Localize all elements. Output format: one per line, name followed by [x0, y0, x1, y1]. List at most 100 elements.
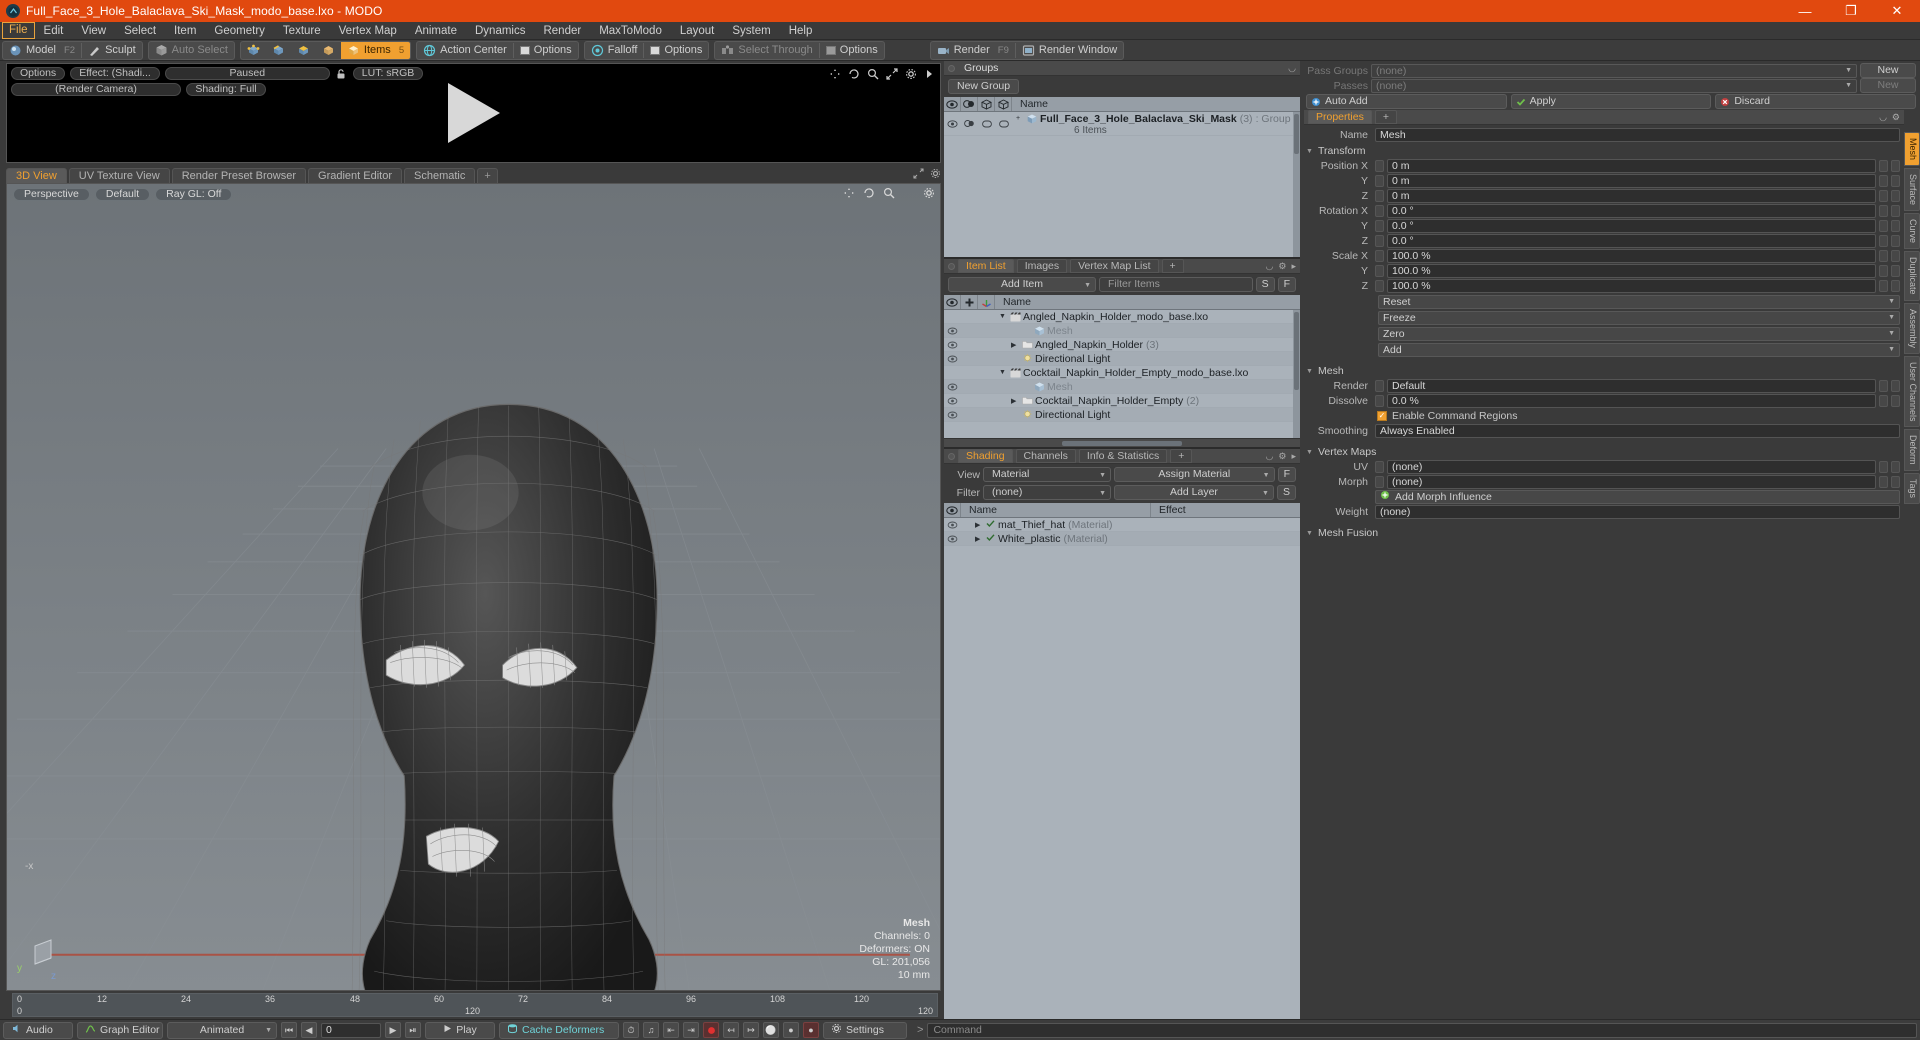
model-mode-button[interactable]: Model F2 — [3, 42, 81, 59]
menu-vertex-map[interactable]: Vertex Map — [330, 23, 406, 39]
row-wireframe-toggle[interactable] — [995, 120, 1012, 128]
cache-deformers-button[interactable]: Cache Deformers — [499, 1021, 619, 1039]
chevron-down-icon[interactable]: ▼ — [1888, 296, 1895, 308]
add-transform-button[interactable]: Add ▼ — [1378, 343, 1900, 357]
tab-info-statistics[interactable]: Info & Statistics — [1078, 449, 1168, 463]
property-menu[interactable] — [1891, 379, 1900, 392]
key-next-button[interactable]: ↦ — [743, 1022, 759, 1038]
property-stepper[interactable] — [1879, 159, 1888, 172]
menu-dynamics[interactable]: Dynamics — [466, 23, 534, 39]
go-to-start-button[interactable]: ⏮ — [281, 1022, 297, 1038]
chevron-down-icon[interactable]: ▼ — [1888, 344, 1895, 356]
chevron-down-icon[interactable]: ▼ — [1845, 80, 1852, 92]
add-tab-button[interactable]: + — [477, 168, 498, 183]
chevron-down-icon[interactable]: ▼ — [1845, 65, 1852, 77]
property-value-field[interactable]: 0 m — [1387, 188, 1876, 203]
menu-layout[interactable]: Layout — [671, 23, 724, 39]
viewport-settings-gear-icon[interactable] — [923, 187, 935, 202]
chevron-down-icon[interactable]: ▼ — [1099, 487, 1106, 500]
auto-select-button[interactable]: Auto Select — [149, 42, 234, 59]
freeze-button[interactable]: Freeze ▼ — [1378, 311, 1900, 325]
tab-item-list[interactable]: Item List — [958, 259, 1014, 273]
expander-icon[interactable]: ▼ — [999, 369, 1007, 376]
add-item-button[interactable]: Add Item ▼ — [948, 277, 1096, 292]
shading-f-button[interactable]: F — [1277, 467, 1296, 482]
pan-icon[interactable] — [829, 68, 841, 83]
action-center-options-button[interactable]: Options — [514, 42, 578, 59]
graph-editor-button[interactable]: Graph Editor — [77, 1021, 163, 1039]
preview-options-button[interactable]: Options — [11, 67, 66, 80]
viewport-3d[interactable]: Perspective Default Ray GL: Off -x y z M… — [6, 183, 941, 991]
property-stepper[interactable] — [1879, 394, 1888, 407]
zero-button[interactable]: Zero ▼ — [1378, 327, 1900, 341]
chevron-right-icon[interactable]: ▸ — [1291, 261, 1296, 272]
table-row[interactable]: Directional Light — [944, 352, 1300, 366]
maximize-button[interactable]: ❐ — [1828, 0, 1874, 22]
menu-system[interactable]: System — [723, 23, 779, 39]
time-system-button[interactable]: ⏱ — [623, 1022, 639, 1038]
tab-uv-texture-view[interactable]: UV Texture View — [68, 168, 170, 183]
chevron-down-icon[interactable]: ▼ — [1888, 328, 1895, 340]
menu-file[interactable]: File — [2, 22, 35, 39]
table-row[interactable]: ▼ Angled_Napkin_Holder_modo_base.lxo — [944, 310, 1300, 324]
viewport-perspective-button[interactable]: Perspective — [13, 187, 90, 201]
row-visibility-toggle[interactable] — [944, 521, 961, 529]
groups-scrollbar[interactable] — [1293, 112, 1300, 257]
row-visibility-toggle[interactable] — [944, 411, 961, 419]
property-value-field[interactable]: 0 m — [1387, 158, 1876, 173]
chevron-down-icon[interactable]: ▼ — [1888, 312, 1895, 324]
property-menu[interactable] — [1891, 279, 1900, 292]
property-value-field[interactable]: 100.0 % — [1387, 248, 1876, 263]
property-value-field[interactable]: 0.0 % — [1387, 393, 1876, 408]
next-frame-button[interactable]: ▶ — [385, 1022, 401, 1038]
animated-select[interactable]: Animated ▼ — [167, 1021, 277, 1039]
property-value-field[interactable]: Default — [1387, 378, 1876, 393]
tab-properties[interactable]: Properties — [1308, 110, 1372, 124]
maximize-panel-icon[interactable]: ◡ — [1266, 451, 1274, 462]
vertex-maps-section-header[interactable]: ▼ Vertex Maps — [1300, 438, 1902, 459]
animate-channel-button[interactable] — [1375, 249, 1384, 262]
materials-mode-button[interactable] — [316, 42, 341, 59]
new-group-button[interactable]: New Group — [948, 79, 1020, 94]
tab-3d-view[interactable]: 3D View — [6, 168, 67, 183]
property-stepper[interactable] — [1879, 234, 1888, 247]
audio-scrub-button[interactable]: ♫ — [643, 1022, 659, 1038]
animate-channel-button[interactable] — [1375, 204, 1384, 217]
animate-channel-button[interactable] — [1375, 460, 1384, 473]
property-stepper[interactable] — [1879, 249, 1888, 262]
table-row[interactable]: Mesh — [944, 324, 1300, 338]
pan-icon[interactable] — [843, 187, 855, 202]
property-value-field[interactable]: 0.0 ° — [1387, 233, 1876, 248]
edges-mode-button[interactable] — [266, 42, 291, 59]
zoom-icon[interactable] — [883, 187, 895, 202]
table-row[interactable]: Directional Light — [944, 408, 1300, 422]
smoothing-field[interactable]: Always Enabled — [1375, 423, 1900, 438]
record-key-button[interactable] — [703, 1022, 719, 1038]
filter-items-input[interactable]: Filter Items — [1099, 277, 1253, 292]
row-shading-toggle[interactable] — [961, 119, 978, 128]
viewport-default-button[interactable]: Default — [94, 187, 151, 201]
select-through-options-button[interactable]: Options — [820, 42, 884, 59]
table-row[interactable]: ▼ Cocktail_Napkin_Holder_Empty_modo_base.… — [944, 366, 1300, 380]
row-visibility-toggle[interactable] — [944, 397, 961, 405]
play-preview-icon[interactable] — [447, 83, 500, 143]
menu-view[interactable]: View — [72, 23, 115, 39]
expander-icon[interactable]: + — [1016, 115, 1024, 122]
tab-gradient-editor[interactable]: Gradient Editor — [308, 168, 402, 183]
row-visibility-toggle[interactable] — [944, 535, 961, 543]
property-value-field[interactable]: 0 m — [1387, 173, 1876, 188]
key-right-button[interactable]: ⇥ — [683, 1022, 699, 1038]
menu-select[interactable]: Select — [115, 23, 165, 39]
autokey-button[interactable]: ⚪ — [763, 1022, 779, 1038]
auto-add-button[interactable]: Auto Add — [1306, 94, 1507, 109]
maximize-panel-icon[interactable]: ◡ — [1879, 112, 1887, 123]
assign-material-button[interactable]: Assign Material ▼ — [1114, 467, 1275, 482]
reset-button[interactable]: Reset ▼ — [1378, 295, 1900, 309]
gear-icon[interactable]: ⚙ — [1278, 451, 1286, 462]
frame-field[interactable]: 0 — [321, 1022, 381, 1038]
property-menu[interactable] — [1891, 234, 1900, 247]
discard-button[interactable]: Discard — [1715, 94, 1917, 109]
chevron-down-icon[interactable]: ▼ — [265, 1027, 272, 1034]
gear-icon[interactable]: ⚙ — [1892, 112, 1900, 123]
collapse-icon[interactable]: ▼ — [1306, 368, 1314, 375]
